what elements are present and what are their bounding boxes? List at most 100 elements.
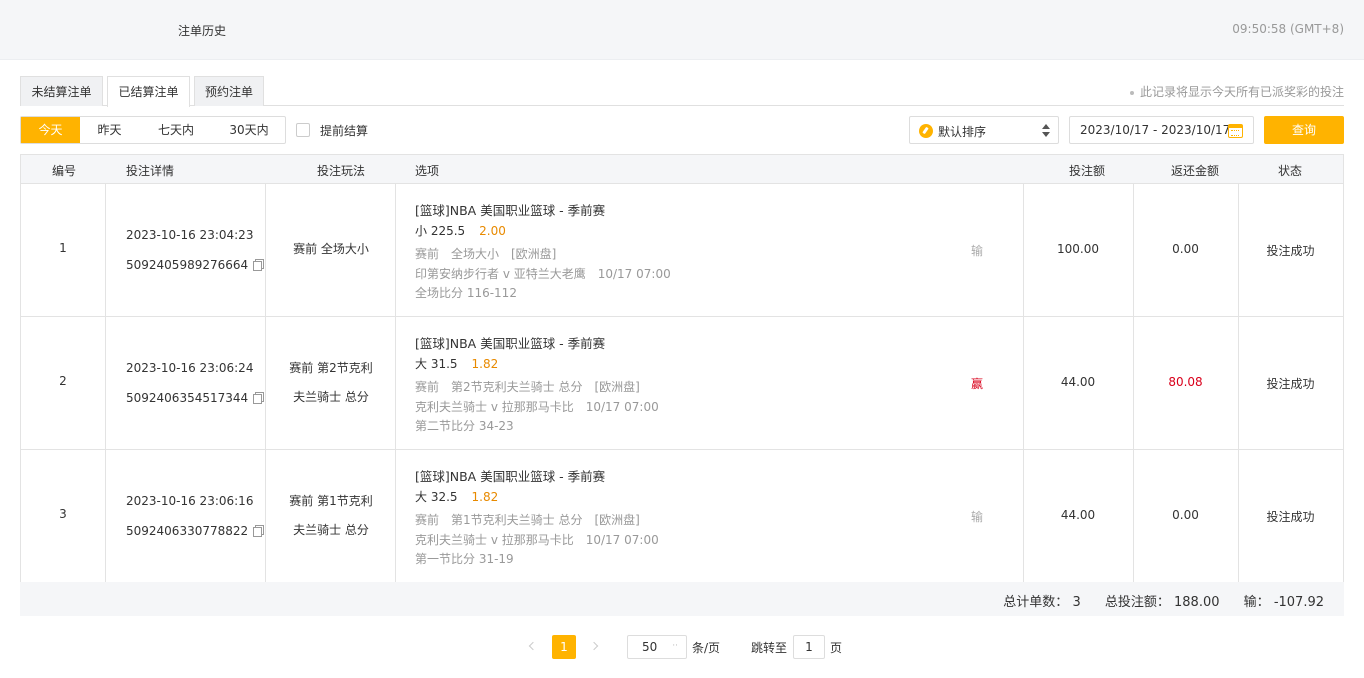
bet-status: 投注成功 xyxy=(1266,377,1315,391)
bet-play: 赛前 全场大小 xyxy=(266,235,396,264)
page-size-select[interactable]: 50 ·· xyxy=(627,635,687,659)
bullet-icon xyxy=(1129,90,1134,95)
copy-icon[interactable] xyxy=(253,259,265,271)
filter-7days[interactable]: 七天内 xyxy=(145,117,207,143)
bet-play-line2: 夫兰骑士 总分 xyxy=(293,523,369,537)
bet-play-line1: 赛前 全场大小 xyxy=(293,242,369,256)
bet-id: 5092406354517344 xyxy=(126,391,265,405)
chevron-down-icon: ·· xyxy=(672,641,678,651)
return-amount: 80.08 xyxy=(1168,375,1203,389)
score-info: 第二节比分 34-23 xyxy=(415,419,514,433)
copy-icon[interactable] xyxy=(253,525,265,537)
table-row: 3 2023-10-16 23:06:16 5092406330778822 赛… xyxy=(21,450,1343,583)
bet-id-value: 5092406354517344 xyxy=(126,391,249,405)
bet-time: 2023-10-16 23:06:16 xyxy=(126,494,254,508)
page-size-value: 50 xyxy=(642,640,658,654)
jump-page-input[interactable]: 1 xyxy=(793,635,825,659)
return-amount: 0.00 xyxy=(1172,508,1199,522)
market-info: 赛前 第2节克利夫兰骑士 总分 [欧洲盘] xyxy=(415,380,640,394)
row-number: 2 xyxy=(59,374,67,388)
bet-pick: 大 32.5 1.82 xyxy=(415,488,498,505)
table-row: 1 2023-10-16 23:04:23 5092405989276664 赛… xyxy=(21,184,1343,317)
server-clock: 09:50:58 (GMT+8) xyxy=(1232,22,1344,36)
bet-table: 编号 投注详情 投注玩法 选项 投注额 返还金额 状态 1 2023-10-16… xyxy=(20,154,1344,583)
bet-amount: 100.00 xyxy=(1057,242,1099,256)
bet-id: 5092406330778822 xyxy=(126,524,265,538)
early-settle-checkbox[interactable] xyxy=(296,123,310,137)
table-header: 编号 投注详情 投注玩法 选项 投注额 返还金额 状态 xyxy=(21,154,1343,184)
summary-bar: 总计单数： 3 总投注额： 188.00 输： -107.92 xyxy=(20,582,1344,616)
bet-id-value: 5092405989276664 xyxy=(126,258,249,272)
date-range-picker[interactable]: 2023/10/17 - 2023/10/17 xyxy=(1069,116,1254,144)
result-badge: 输 xyxy=(971,244,984,258)
column-divider xyxy=(105,450,106,583)
net-value: -107.92 xyxy=(1273,595,1324,610)
notice-text: 此记录将显示今天所有已派奖彩的投注 xyxy=(1129,83,1344,100)
pick-label: 小 225.5 xyxy=(415,224,466,238)
sort-selected: 默认排序 xyxy=(938,125,987,139)
row-number: 1 xyxy=(59,241,67,255)
match-info: 克利夫兰骑士 v 拉那那马卡比 10/17 07:00 xyxy=(415,400,659,414)
page-size-unit: 条/页 xyxy=(692,641,721,655)
tab-settled[interactable]: 已结算注单 xyxy=(107,76,190,107)
odds-value: 1.82 xyxy=(471,490,499,504)
bet-play-line1: 赛前 第2节克利 xyxy=(289,361,373,375)
filter-today[interactable]: 今天 xyxy=(21,117,80,143)
tab-unsettled[interactable]: 未结算注单 xyxy=(20,76,103,106)
tab-scheduled[interactable]: 预约注单 xyxy=(194,76,264,106)
date-range-value: 2023/10/17 - 2023/10/17 xyxy=(1080,123,1231,137)
league-name: [篮球]NBA 美国职业篮球 - 季前赛 xyxy=(415,469,606,484)
pick-label: 大 32.5 xyxy=(415,490,458,504)
notice-label: 此记录将显示今天所有已派奖彩的投注 xyxy=(1139,85,1344,99)
bet-status: 投注成功 xyxy=(1266,244,1315,258)
column-divider xyxy=(105,317,106,449)
col-amount: 投注额 xyxy=(1069,164,1106,178)
summary-text: 总计单数： 3 总投注额： 188.00 输： -107.92 xyxy=(1003,591,1324,610)
up-down-arrows-icon xyxy=(1042,122,1050,138)
bet-id: 5092405989276664 xyxy=(126,258,265,272)
filter-yesterday[interactable]: 昨天 xyxy=(80,117,139,143)
filter-30days[interactable]: 30天内 xyxy=(213,117,285,143)
count-value: 3 xyxy=(1072,595,1081,610)
bet-id-value: 5092406330778822 xyxy=(126,524,249,538)
odds-value: 2.00 xyxy=(479,224,506,238)
pick-label: 大 31.5 xyxy=(415,357,458,371)
sort-select[interactable]: 默认排序 xyxy=(909,116,1059,144)
net-label: 输： xyxy=(1243,595,1270,610)
bet-pick: 大 31.5 1.82 xyxy=(415,355,498,372)
bet-play: 赛前 第1节克利 夫兰骑士 总分 xyxy=(266,487,396,545)
bet-amount: 44.00 xyxy=(1060,375,1096,389)
match-info: 克利夫兰骑士 v 拉那那马卡比 10/17 07:00 xyxy=(415,533,659,547)
bet-pick: 小 225.5 2.00 xyxy=(415,222,506,239)
col-return: 返还金额 xyxy=(1171,164,1220,178)
result-badge: 输 xyxy=(971,510,984,524)
count-label: 总计单数： xyxy=(1003,595,1069,610)
league-name: [篮球]NBA 美国职业篮球 - 季前赛 xyxy=(415,336,606,351)
top-bar: 注单历史 09:50:58 (GMT+8) xyxy=(0,0,1364,60)
bet-play-line2: 夫兰骑士 总分 xyxy=(293,390,369,404)
match-info: 印第安纳步行者 v 亚特兰大老鹰 10/17 07:00 xyxy=(415,267,671,281)
early-settle-label: 提前结算 xyxy=(320,124,369,138)
jump-label: 跳转至 xyxy=(751,641,788,655)
sort-icon xyxy=(919,124,933,138)
query-button[interactable]: 查询 xyxy=(1264,116,1344,144)
prev-page-icon[interactable] xyxy=(528,640,536,652)
page-label: 页 xyxy=(830,641,843,655)
return-amount: 0.00 xyxy=(1172,242,1199,256)
bet-status: 投注成功 xyxy=(1266,510,1315,524)
page-number-current[interactable]: 1 xyxy=(552,635,576,659)
col-play: 投注玩法 xyxy=(317,164,366,178)
bet-time: 2023-10-16 23:06:24 xyxy=(126,361,254,375)
col-detail: 投注详情 xyxy=(126,164,175,178)
bet-play: 赛前 第2节克利 夫兰骑士 总分 xyxy=(266,354,396,412)
next-page-icon[interactable] xyxy=(591,640,599,652)
score-info: 第一节比分 31-19 xyxy=(415,552,514,566)
copy-icon[interactable] xyxy=(253,392,265,404)
row-number: 3 xyxy=(59,507,67,521)
table-row: 2 2023-10-16 23:06:24 5092406354517344 赛… xyxy=(21,317,1343,450)
market-info: 赛前 第1节克利夫兰骑士 总分 [欧洲盘] xyxy=(415,513,640,527)
col-no: 编号 xyxy=(52,164,77,178)
calendar-icon xyxy=(1228,124,1243,138)
col-option: 选项 xyxy=(415,164,440,178)
result-badge: 赢 xyxy=(971,377,984,391)
